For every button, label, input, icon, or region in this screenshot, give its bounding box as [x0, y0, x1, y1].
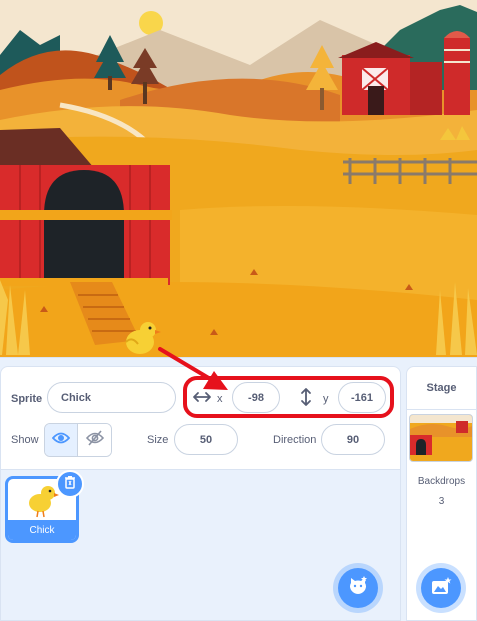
backdrops-count: 3	[438, 496, 445, 507]
delete-sprite-button[interactable]	[56, 470, 84, 498]
scratch-editor: Sprite Chick x -98 y -161 Show Size 50 D…	[0, 0, 477, 621]
size-label: Size	[147, 434, 169, 446]
sprite-thumbnail-name: Chick	[8, 520, 76, 540]
size-input[interactable]: 50	[174, 424, 238, 455]
visibility-toggle	[44, 423, 112, 457]
hide-sprite-button[interactable]	[78, 424, 111, 456]
sprite-label: Sprite	[11, 393, 43, 405]
sprite-name-input[interactable]: Chick	[47, 382, 176, 413]
choose-sprite-button[interactable]	[338, 568, 378, 608]
trash-icon	[64, 475, 76, 494]
direction-label: Direction	[273, 434, 317, 446]
farm-backdrop	[0, 0, 477, 357]
stage-canvas[interactable]	[0, 0, 477, 358]
eye-slash-icon	[85, 429, 104, 451]
show-sprite-button[interactable]	[45, 424, 79, 456]
choose-backdrop-icon	[430, 576, 452, 601]
stage-panel-title[interactable]: Stage	[406, 366, 477, 410]
show-label: Show	[11, 434, 39, 446]
backdrops-label: Backdrops	[417, 476, 466, 487]
choose-sprite-icon	[347, 575, 369, 602]
xy-highlight-box	[183, 376, 394, 418]
eye-icon	[51, 431, 71, 450]
backdrop-thumbnail[interactable]	[409, 414, 473, 462]
direction-input[interactable]: 90	[321, 424, 385, 455]
choose-backdrop-button[interactable]	[421, 568, 461, 608]
